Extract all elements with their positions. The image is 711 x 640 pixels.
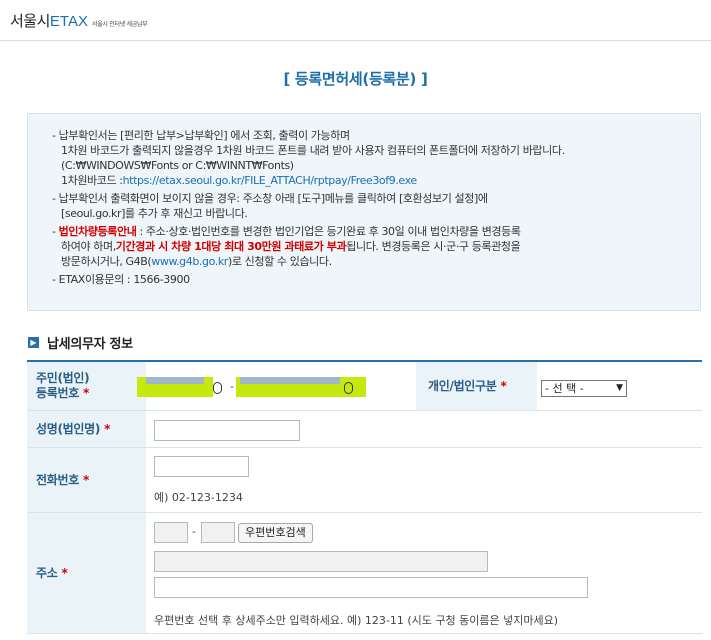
chevron-down-icon: ▼: [616, 383, 623, 393]
redaction-overlay: [240, 377, 340, 384]
site-header: 서울시 ETAX 서울시 인터넷 세금납부: [0, 0, 711, 41]
address-help-text: 우편번호 선택 후 상세주소만 입력하세요. 예) 123-11 (시도 구청 …: [154, 614, 559, 627]
zipcode-first-input[interactable]: [154, 522, 188, 543]
phone-example: 예) 02-123-1234: [154, 491, 243, 504]
notice-text: 1차원바코드 :: [61, 174, 123, 187]
notice-highlight: 법인차량등록안내: [58, 225, 137, 238]
notice-text: 납부확인서는 [편리한 납부>납부확인] 에서 조회, 출력이 가능하며: [58, 129, 350, 142]
arrow-right-icon: ▶: [28, 337, 39, 348]
notice-text: 됩니다. 변경등록은 시·군·구 등록관청을: [346, 240, 521, 253]
notice-text: (C:₩WINDOWS₩Fonts or C:₩WINNT₩Fonts): [61, 159, 294, 172]
zipcode-second-input[interactable]: [201, 522, 235, 543]
notice-text: ETAX이용문의 : 1566-3900: [58, 273, 190, 286]
notice-text: )로 신청할 수 있습니다.: [227, 255, 332, 268]
etax-logo[interactable]: 서울시 ETAX 서울시 인터넷 세금납부: [10, 10, 148, 31]
select-value: - 선 택 -: [545, 382, 584, 395]
person-corp-select[interactable]: - 선 택 - ▼: [541, 380, 627, 397]
logo-subtitle: 서울시 인터넷 세금납부: [91, 21, 148, 28]
form-row-phone: 전화번호 * 예) 02-123-1234: [27, 448, 702, 513]
name-input[interactable]: [154, 420, 300, 441]
notice-item-compat: - 납부확인서 출력화면이 보이지 않을 경우: 주소창 아래 [도구]메뉴를 …: [52, 191, 690, 221]
notice-text: 1차원 바코드가 출력되지 않을경우 1차원 바코드 폰트를 내려 받아 사용자…: [61, 144, 565, 157]
page-title: [ 등록면허세(등록분) ]: [283, 70, 428, 88]
notice-text: : 주소·상호·법인번호를 변경한 법인기업은 등기완료 후 30일 이내 법인…: [136, 225, 521, 238]
address-label: 주소 *: [27, 513, 146, 633]
rrn-label-line2: 등록번호: [36, 386, 79, 400]
notice-highlight: 기간경과 시 차량 1대당 최대 30만원 과태료가 부과: [115, 240, 347, 253]
notice-item-contact: - ETAX이용문의 : 1566-3900: [52, 273, 190, 286]
notice-text: [seoul.go.kr]를 추가 후 재신고 바랍니다.: [61, 207, 248, 220]
barcode-font-link[interactable]: https://etax.seoul.go.kr/FILE_ATTACH/rpt…: [123, 174, 418, 187]
type-cell: - 선 택 - ▼: [537, 362, 702, 410]
mouse-icon: [344, 382, 353, 394]
rrn-cell: -: [137, 362, 416, 410]
address-label-text: 주소: [36, 565, 58, 580]
logo-text-seoul: 서울시: [10, 12, 50, 30]
zip-dash: -: [192, 525, 196, 538]
logo-text-etax: ETAX: [49, 13, 88, 30]
name-cell: [146, 411, 702, 447]
address-base-input[interactable]: [154, 551, 488, 572]
taxpayer-form: 주민(법인) 등록번호 * - 개인/법인구분 * - 선 택 - ▼ 성명(법인명…: [27, 360, 702, 634]
notice-box: - 납부확인서는 [편리한 납부>납부확인] 에서 조회, 출력이 가능하며 1…: [27, 113, 701, 311]
rrn-dash: -: [230, 380, 234, 393]
section-heading: ▶ 납세의무자 정보: [28, 333, 133, 352]
g4b-link[interactable]: www.g4b.go.kr: [151, 255, 228, 268]
type-label: 개인/법인구분 *: [416, 362, 537, 410]
rrn-label: 주민(법인) 등록번호 *: [27, 362, 146, 410]
notice-text: 방문하시거나, G4B(: [61, 255, 152, 268]
type-label-text: 개인/법인구분: [428, 378, 497, 393]
notice-text: 하여야 하며,: [61, 240, 116, 253]
phone-cell: 예) 02-123-1234: [146, 448, 702, 512]
form-row-rrn: 주민(법인) 등록번호 * - 개인/법인구분 * - 선 택 - ▼: [27, 362, 702, 411]
redaction-overlay: [146, 377, 204, 384]
phone-input[interactable]: [154, 456, 249, 477]
notice-item-receipt: - 납부확인서는 [편리한 납부>납부확인] 에서 조회, 출력이 가능하며 1…: [52, 128, 690, 188]
notice-text: 납부확인서 출력화면이 보이지 않을 경우: 주소창 아래 [도구]메뉴를 클릭…: [58, 192, 488, 205]
name-label: 성명(법인명) *: [27, 411, 146, 447]
phone-label: 전화번호 *: [27, 448, 146, 512]
notice-item-corp-vehicle: - 법인차량등록안내 : 주소·상호·법인번호를 변경한 법인기업은 등기완료 …: [52, 225, 521, 268]
required-mark: *: [82, 386, 89, 400]
address-detail-input[interactable]: [154, 577, 588, 598]
required-mark: *: [500, 378, 507, 393]
name-label-text: 성명(법인명): [36, 421, 101, 436]
section-title: 납세의무자 정보: [47, 337, 133, 352]
address-cell: - 우편번호검색 우편번호 선택 후 상세주소만 입력하세요. 예) 123-1…: [146, 513, 702, 633]
required-mark: *: [104, 421, 111, 436]
form-row-address: 주소 * - 우편번호검색 우편번호 선택 후 상세주소만 입력하세요. 예) 1…: [27, 513, 702, 634]
rrn-label-line1: 주민(법인): [36, 371, 90, 385]
mouse-icon: [213, 382, 222, 394]
required-mark: *: [82, 472, 89, 487]
zip-search-button[interactable]: 우편번호검색: [238, 523, 313, 543]
form-row-name: 성명(법인명) *: [27, 411, 702, 448]
phone-label-text: 전화번호: [36, 472, 79, 487]
required-mark: *: [61, 565, 68, 580]
